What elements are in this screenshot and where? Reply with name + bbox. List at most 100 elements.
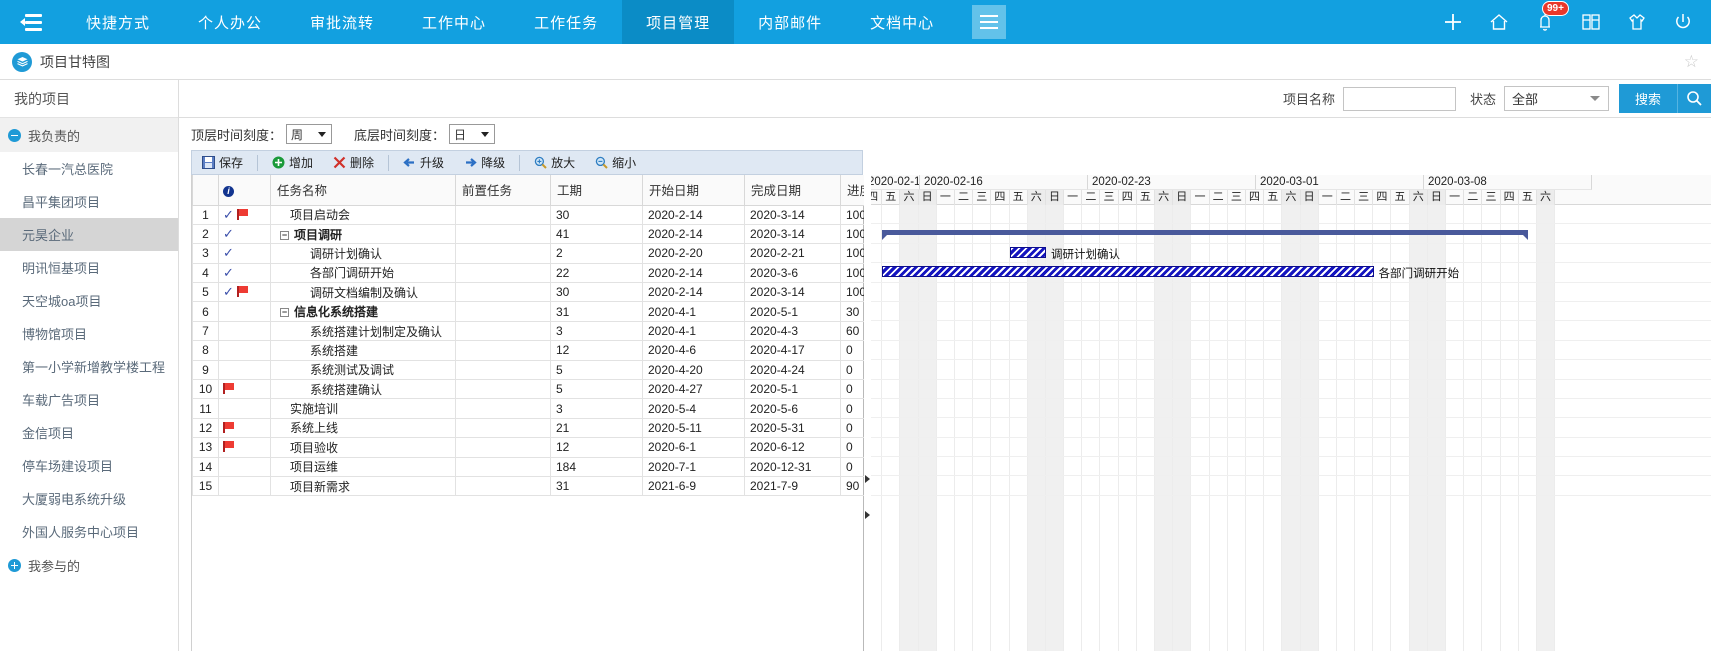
nav-item-6[interactable]: 内部邮件 bbox=[734, 0, 846, 44]
project-name-input[interactable] bbox=[1343, 87, 1456, 111]
menu-collapse-icon[interactable] bbox=[0, 0, 62, 44]
gantt-task-bar[interactable] bbox=[882, 266, 1373, 277]
row-task-name-text: 项目验收 bbox=[290, 441, 338, 455]
bottom-scale-select[interactable]: 日 bbox=[449, 124, 495, 144]
table-row[interactable]: 15项目新需求312021-6-92021-7-990 bbox=[193, 476, 883, 495]
toolbar-button-zoom-out[interactable]: 缩小 bbox=[585, 151, 646, 174]
power-icon[interactable] bbox=[1671, 10, 1695, 34]
toolbar-button-arrow-right[interactable]: 降级 bbox=[454, 151, 515, 174]
nav-item-1[interactable]: 个人办公 bbox=[174, 0, 286, 44]
toolbar-button-arrow-left[interactable]: 升级 bbox=[393, 151, 454, 174]
time-scale-row: 顶层时间刻度： 周 底层时间刻度： 日 bbox=[179, 118, 1711, 150]
toolbar-button-label: 删除 bbox=[350, 154, 374, 171]
nav-item-3[interactable]: 工作中心 bbox=[398, 0, 510, 44]
gantt-day-label: 六 bbox=[900, 190, 918, 205]
favorite-star-icon[interactable]: ☆ bbox=[1684, 52, 1699, 72]
more-menu-icon[interactable] bbox=[972, 5, 1006, 39]
table-row[interactable]: 1✓项目启动会302020-2-142020-3-14100 bbox=[193, 205, 883, 224]
shirt-icon[interactable] bbox=[1625, 10, 1649, 34]
zoom-out-icon bbox=[595, 156, 608, 169]
sidebar-item-project[interactable]: 第一小学新增教学楼工程 bbox=[0, 350, 178, 383]
sidebar-item-project[interactable]: 外国人服务中心项目 bbox=[0, 515, 178, 548]
toolbar-button-label: 升级 bbox=[420, 154, 444, 171]
row-collapse-toggle[interactable]: − bbox=[280, 231, 289, 240]
row-start-date: 2020-5-11 bbox=[643, 418, 745, 437]
sidebar-group-0[interactable]: 我负责的 bbox=[0, 118, 178, 152]
sidebar-item-project[interactable]: 车载广告项目 bbox=[0, 383, 178, 416]
table-row[interactable]: 3✓调研计划确认22020-2-202020-2-21100 bbox=[193, 244, 883, 263]
sidebar-group-label: 我参与的 bbox=[28, 556, 80, 575]
search-button[interactable]: 搜索 bbox=[1619, 84, 1677, 113]
row-duration: 184 bbox=[551, 457, 643, 476]
sidebar-item-project[interactable]: 博物馆项目 bbox=[0, 317, 178, 350]
add-icon[interactable] bbox=[1441, 10, 1465, 34]
gantt-day-label: 二 bbox=[1210, 190, 1228, 205]
nav-item-4[interactable]: 工作任务 bbox=[510, 0, 622, 44]
check-icon: ✓ bbox=[223, 284, 234, 299]
top-scale-select[interactable]: 周 bbox=[286, 124, 332, 144]
col-predecessor: 前置任务 bbox=[456, 175, 551, 205]
status-select[interactable]: 全部 bbox=[1504, 86, 1609, 111]
nav-item-5[interactable]: 项目管理 bbox=[622, 0, 734, 44]
gantt-row bbox=[864, 283, 1711, 302]
gantt-summary-bar[interactable] bbox=[882, 230, 1528, 235]
table-row[interactable]: 9系统测试及调试52020-4-202020-4-240 bbox=[193, 360, 883, 379]
row-finish-date: 2020-3-14 bbox=[745, 283, 841, 302]
sidebar-item-project[interactable]: 大厦弱电系统升级 bbox=[0, 482, 178, 515]
row-start-date: 2021-6-9 bbox=[643, 476, 745, 495]
gantt-expand-arrow-icon[interactable] bbox=[865, 511, 870, 519]
nav-item-2[interactable]: 审批流转 bbox=[286, 0, 398, 44]
table-row[interactable]: 10系统搭建确认52020-4-272020-5-10 bbox=[193, 380, 883, 399]
table-row[interactable]: 5✓调研文档编制及确认302020-2-142020-3-14100 bbox=[193, 283, 883, 302]
sidebar-item-project[interactable]: 长春一汽总医院 bbox=[0, 152, 178, 185]
home-icon[interactable] bbox=[1487, 10, 1511, 34]
table-row[interactable]: 14项目运维1842020-7-12020-12-310 bbox=[193, 457, 883, 476]
toolbar-button-add-circle[interactable]: 增加 bbox=[262, 151, 323, 174]
gantt-grid-area: i 任务名称 前置任务 工期 开始日期 完成日期 进度 1✓项目启动会30202… bbox=[191, 175, 1711, 651]
sidebar-item-project[interactable]: 天空城oa项目 bbox=[0, 284, 178, 317]
collapse-icon[interactable] bbox=[8, 129, 21, 142]
table-row[interactable]: 7系统搭建计划制定及确认32020-4-12020-4-360 bbox=[193, 321, 883, 340]
row-task-name: 系统测试及调试 bbox=[271, 360, 456, 379]
check-icon: ✓ bbox=[223, 207, 234, 222]
table-row[interactable]: 6−信息化系统搭建312020-4-12020-5-130 bbox=[193, 302, 883, 321]
sidebar-group-1[interactable]: 我参与的 bbox=[0, 548, 178, 582]
sidebar-item-project[interactable]: 金信项目 bbox=[0, 416, 178, 449]
row-status-icons bbox=[219, 399, 271, 418]
row-finish-date: 2020-4-3 bbox=[745, 321, 841, 340]
gantt-collapse-arrow-icon[interactable] bbox=[865, 475, 870, 483]
sidebar-item-project[interactable]: 明讯恒基项目 bbox=[0, 251, 178, 284]
nav-item-7[interactable]: 文档中心 bbox=[846, 0, 958, 44]
nav-item-0[interactable]: 快捷方式 bbox=[62, 0, 174, 44]
table-row[interactable]: 13项目验收122020-6-12020-6-120 bbox=[193, 438, 883, 457]
toolbar-button-delete-x[interactable]: 删除 bbox=[323, 151, 384, 174]
gantt-day-label: 五 bbox=[1264, 190, 1282, 205]
gantt-left-gutter[interactable] bbox=[864, 175, 871, 651]
table-row[interactable]: 4✓各部门调研开始222020-2-142020-3-6100 bbox=[193, 263, 883, 282]
gantt-day-label: 日 bbox=[1428, 190, 1446, 205]
toolbar-button-label: 降级 bbox=[481, 154, 505, 171]
toolbar-separator bbox=[519, 155, 520, 171]
apps-grid-icon[interactable] bbox=[1579, 10, 1603, 34]
search-icon[interactable] bbox=[1677, 84, 1711, 113]
table-row[interactable]: 8系统搭建122020-4-62020-4-170 bbox=[193, 341, 883, 360]
table-row[interactable]: 12系统上线212020-5-112020-5-310 bbox=[193, 418, 883, 437]
row-task-name: 系统上线 bbox=[271, 418, 456, 437]
row-status-icons bbox=[219, 380, 271, 399]
notification-bell-icon[interactable]: 99+ bbox=[1533, 10, 1557, 34]
table-row[interactable]: 11实施培训32020-5-42020-5-60 bbox=[193, 399, 883, 418]
row-duration: 41 bbox=[551, 224, 643, 243]
sidebar-item-project[interactable]: 元昊企业 bbox=[0, 218, 178, 251]
row-predecessor bbox=[456, 476, 551, 495]
row-start-date: 2020-4-6 bbox=[643, 341, 745, 360]
table-row[interactable]: 2✓−项目调研412020-2-142020-3-14100 bbox=[193, 224, 883, 243]
row-index: 3 bbox=[193, 244, 219, 263]
expand-icon[interactable] bbox=[8, 559, 21, 572]
sidebar-item-project[interactable]: 昌平集团项目 bbox=[0, 185, 178, 218]
gantt-task-bar[interactable] bbox=[1010, 247, 1046, 258]
row-collapse-toggle[interactable]: − bbox=[280, 308, 289, 317]
toolbar-button-zoom-in[interactable]: 放大 bbox=[524, 151, 585, 174]
sidebar-item-project[interactable]: 停车场建设项目 bbox=[0, 449, 178, 482]
toolbar-button-save[interactable]: 保存 bbox=[192, 151, 253, 174]
row-index: 4 bbox=[193, 263, 219, 282]
